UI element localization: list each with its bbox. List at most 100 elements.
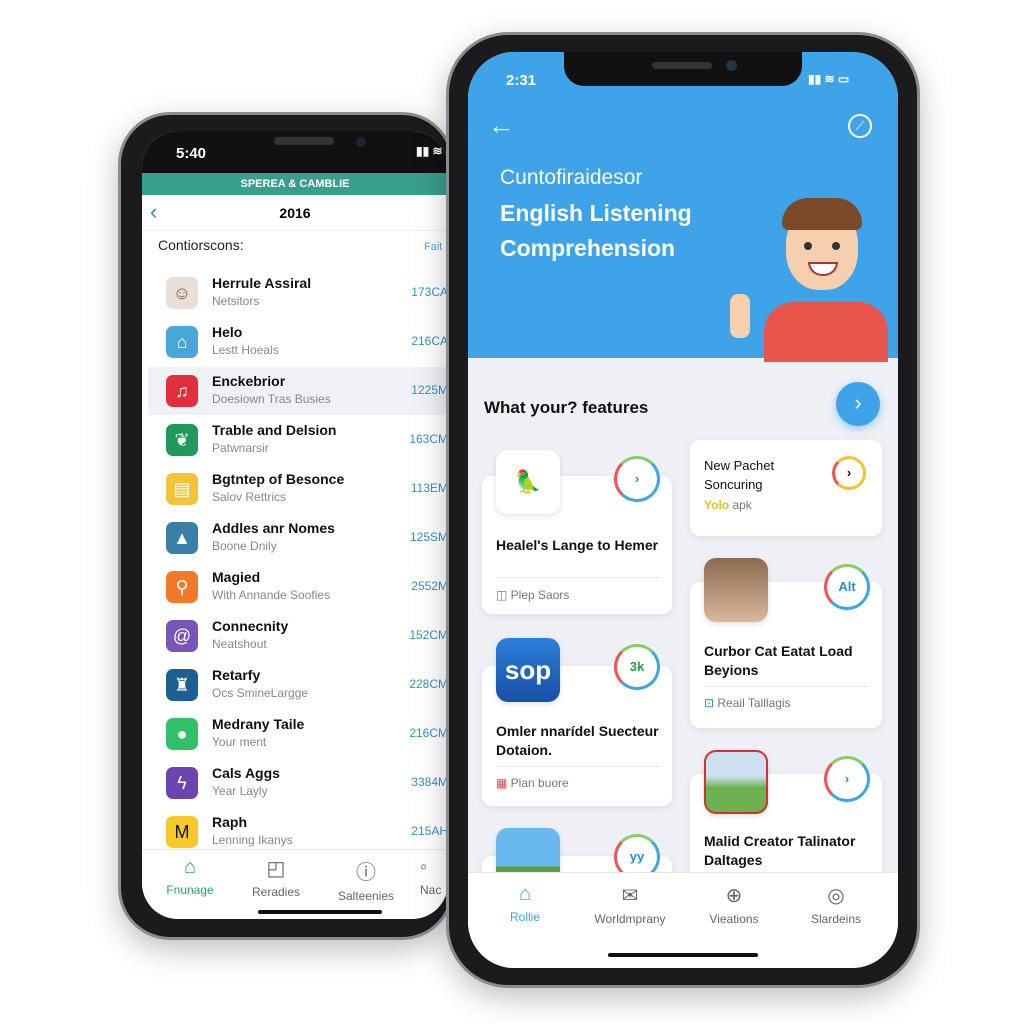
item-subtitle: Patwnarsir	[212, 441, 269, 455]
card-footer: ◫ Plep Saors	[496, 588, 570, 602]
item-title: Enckebrior	[212, 373, 286, 389]
section-title: What your? features	[484, 398, 649, 417]
castle-icon: ♜	[166, 669, 198, 701]
item-value: 125SM	[409, 530, 448, 544]
mail-icon: ✉	[621, 885, 639, 907]
item-subtitle: Neatshout	[212, 637, 267, 651]
header-title-line1: English Listening	[500, 200, 692, 226]
item-value: 113EM	[410, 481, 448, 495]
card-footer: Plan buore	[510, 776, 569, 790]
item-value: 3384M	[411, 775, 448, 789]
list-item[interactable]: ♜ Retarfy Ocs SmineLargge 228CM	[148, 661, 448, 709]
nav-reradies[interactable]: ◰ Reradies	[246, 856, 306, 899]
header-title-line2: Comprehension	[500, 235, 676, 261]
list-item[interactable]: ⚲ Magied With Annande Soofies 2552M	[148, 563, 448, 611]
store-icon: ▤	[166, 473, 198, 505]
section-action[interactable]: Fait	[424, 241, 442, 253]
list-item[interactable]: ● Medrany Taile Your ment 216CM	[148, 710, 448, 758]
section-label: Contiorscons:	[158, 237, 244, 253]
m-logo-icon: M	[166, 816, 198, 848]
bottom-nav: ⌂ Fnunage ◰ Reradies ⓘ Salteenies ◦ Nac	[142, 849, 448, 919]
item-subtitle: Lestt Hoeals	[212, 343, 279, 357]
item-title: Cals Aggs	[212, 765, 280, 781]
spiral-icon: @	[166, 620, 198, 652]
progress-ring[interactable]: Alt	[824, 564, 870, 610]
bottom-nav: ⌂ Rollie ✉ Worldmprany ⊕ Vieations ◎ Slardei…	[468, 872, 898, 968]
nav-salteenies[interactable]: ⓘ Salteenies	[330, 856, 402, 903]
plus-circle-icon: ⊕	[725, 885, 743, 907]
item-subtitle: Boone Dnily	[212, 539, 277, 553]
home-indicator	[608, 953, 758, 957]
card-title: Healel's Lange to Hemer	[496, 537, 659, 553]
settings-icon[interactable]: ⟋	[848, 114, 872, 138]
header-subtitle: Cuntofiraidesor	[500, 166, 643, 189]
list-item[interactable]: ⌂ Helo Lestt Hoeals 216CA	[148, 318, 448, 366]
nav-bar: ‹ 2016	[142, 195, 448, 231]
status-time: 2:31	[506, 72, 537, 89]
card-footer-highlight: Yolo	[704, 498, 730, 512]
item-subtitle: Lenning Ikanys	[212, 833, 293, 847]
camera	[356, 137, 366, 147]
bag-icon: ◰	[266, 858, 286, 880]
front-phone-screen: 2:31 ▮▮ ≋ ▭ ← ⟋ Cuntofiraidesor English …	[468, 52, 898, 968]
item-title: Magied	[212, 569, 261, 585]
item-title: Herrule Assiral	[212, 275, 312, 291]
woman-photo	[704, 558, 768, 622]
nav-home[interactable]: ⌂ Fnunage	[160, 856, 220, 897]
item-value: 216CM	[409, 726, 448, 740]
item-title: Trable and Delsion	[212, 422, 337, 438]
person-avatar: ☺	[166, 277, 198, 309]
item-title: Medrany Taile	[212, 716, 305, 732]
item-title: Addles anr Nomes	[212, 520, 335, 536]
item-value: 152CM	[409, 628, 448, 642]
nav-slardeins[interactable]: ◎ Slardeins	[796, 883, 876, 926]
card-title: Curbor Cat Eatat Load Beyions	[704, 643, 853, 678]
music-note-icon: ♫	[166, 375, 198, 407]
next-button[interactable]: ›	[836, 382, 880, 426]
card-footer: Reail Talllagis	[717, 696, 791, 710]
progress-ring[interactable]: 3k	[614, 644, 660, 690]
item-value: 228CM	[409, 677, 448, 691]
nav-vieations[interactable]: ⊕ Vieations	[694, 883, 774, 926]
item-subtitle: Year Layly	[212, 784, 268, 798]
speaker	[274, 137, 334, 145]
banner: SPEREA & CAMBLIE	[142, 173, 448, 195]
list-item[interactable]: ❦ Trable and Delsion Patwnarsir 163CM	[148, 416, 448, 464]
nav-worldmprany[interactable]: ✉ Worldmprany	[580, 883, 680, 926]
chevron-ring-button[interactable]: ›	[832, 456, 866, 490]
location-pin-icon: ⚲	[166, 571, 198, 603]
item-title: Raph	[212, 814, 247, 830]
notch	[564, 52, 802, 86]
alert-icon: ⓘ	[356, 862, 376, 884]
sop-app-icon: sop	[496, 638, 560, 702]
progress-ring[interactable]: ›	[614, 456, 660, 502]
list-item[interactable]: ϟ Cals Aggs Year Layly 3384M	[148, 759, 448, 807]
hero-header: 2:31 ▮▮ ≋ ▭ ← ⟋ Cuntofiraidesor English …	[468, 52, 898, 362]
item-subtitle: Ocs SmineLargge	[212, 686, 309, 700]
status-bar: 5:40 ▮▮ ≋	[142, 131, 448, 173]
list-item[interactable]: ▲ Addles anr Nomes Boone Dnily 125SM	[148, 514, 448, 562]
item-title: Helo	[212, 324, 243, 340]
list-item[interactable]: @ Connecnity Neatshout 152CM	[148, 612, 448, 660]
lightning-icon: ϟ	[166, 767, 198, 799]
more-icon: ◦	[420, 856, 428, 878]
speaker	[652, 62, 712, 69]
status-time: 5:40	[176, 145, 207, 162]
nav-title: 2016	[279, 205, 311, 221]
feature-card[interactable]: New Pachet Soncuring Yolo apk ›	[690, 440, 882, 536]
item-value: 215AH	[411, 824, 448, 838]
back-arrow-icon[interactable]: ←	[488, 110, 514, 141]
nav-home[interactable]: ⌂ Rollie	[488, 883, 562, 924]
card-title: Omler nnarídel Suecteur Dotaion.	[496, 723, 659, 758]
camera	[726, 60, 737, 71]
item-subtitle: Netsitors	[212, 294, 260, 308]
back-phone-screen: 5:40 ▮▮ ≋ SPEREA & CAMBLIE ‹ 2016 Contio…	[142, 131, 448, 919]
list-item[interactable]: ♫ Enckebrior Doesiown Tras Busies 1225M	[148, 367, 448, 415]
list-item[interactable]: ☺ Herrule Assiral Netsitors 173CA	[148, 269, 448, 317]
item-value: 173CA	[411, 285, 448, 299]
nav-more[interactable]: ◦ Nac	[420, 856, 448, 897]
list-item[interactable]: ▤ Bgtntep of Besonce Salov Rettrics 113E…	[148, 465, 448, 513]
grid-icon: ⊡	[704, 696, 718, 710]
item-value: 163CM	[409, 432, 448, 446]
progress-ring[interactable]: ›	[824, 756, 870, 802]
